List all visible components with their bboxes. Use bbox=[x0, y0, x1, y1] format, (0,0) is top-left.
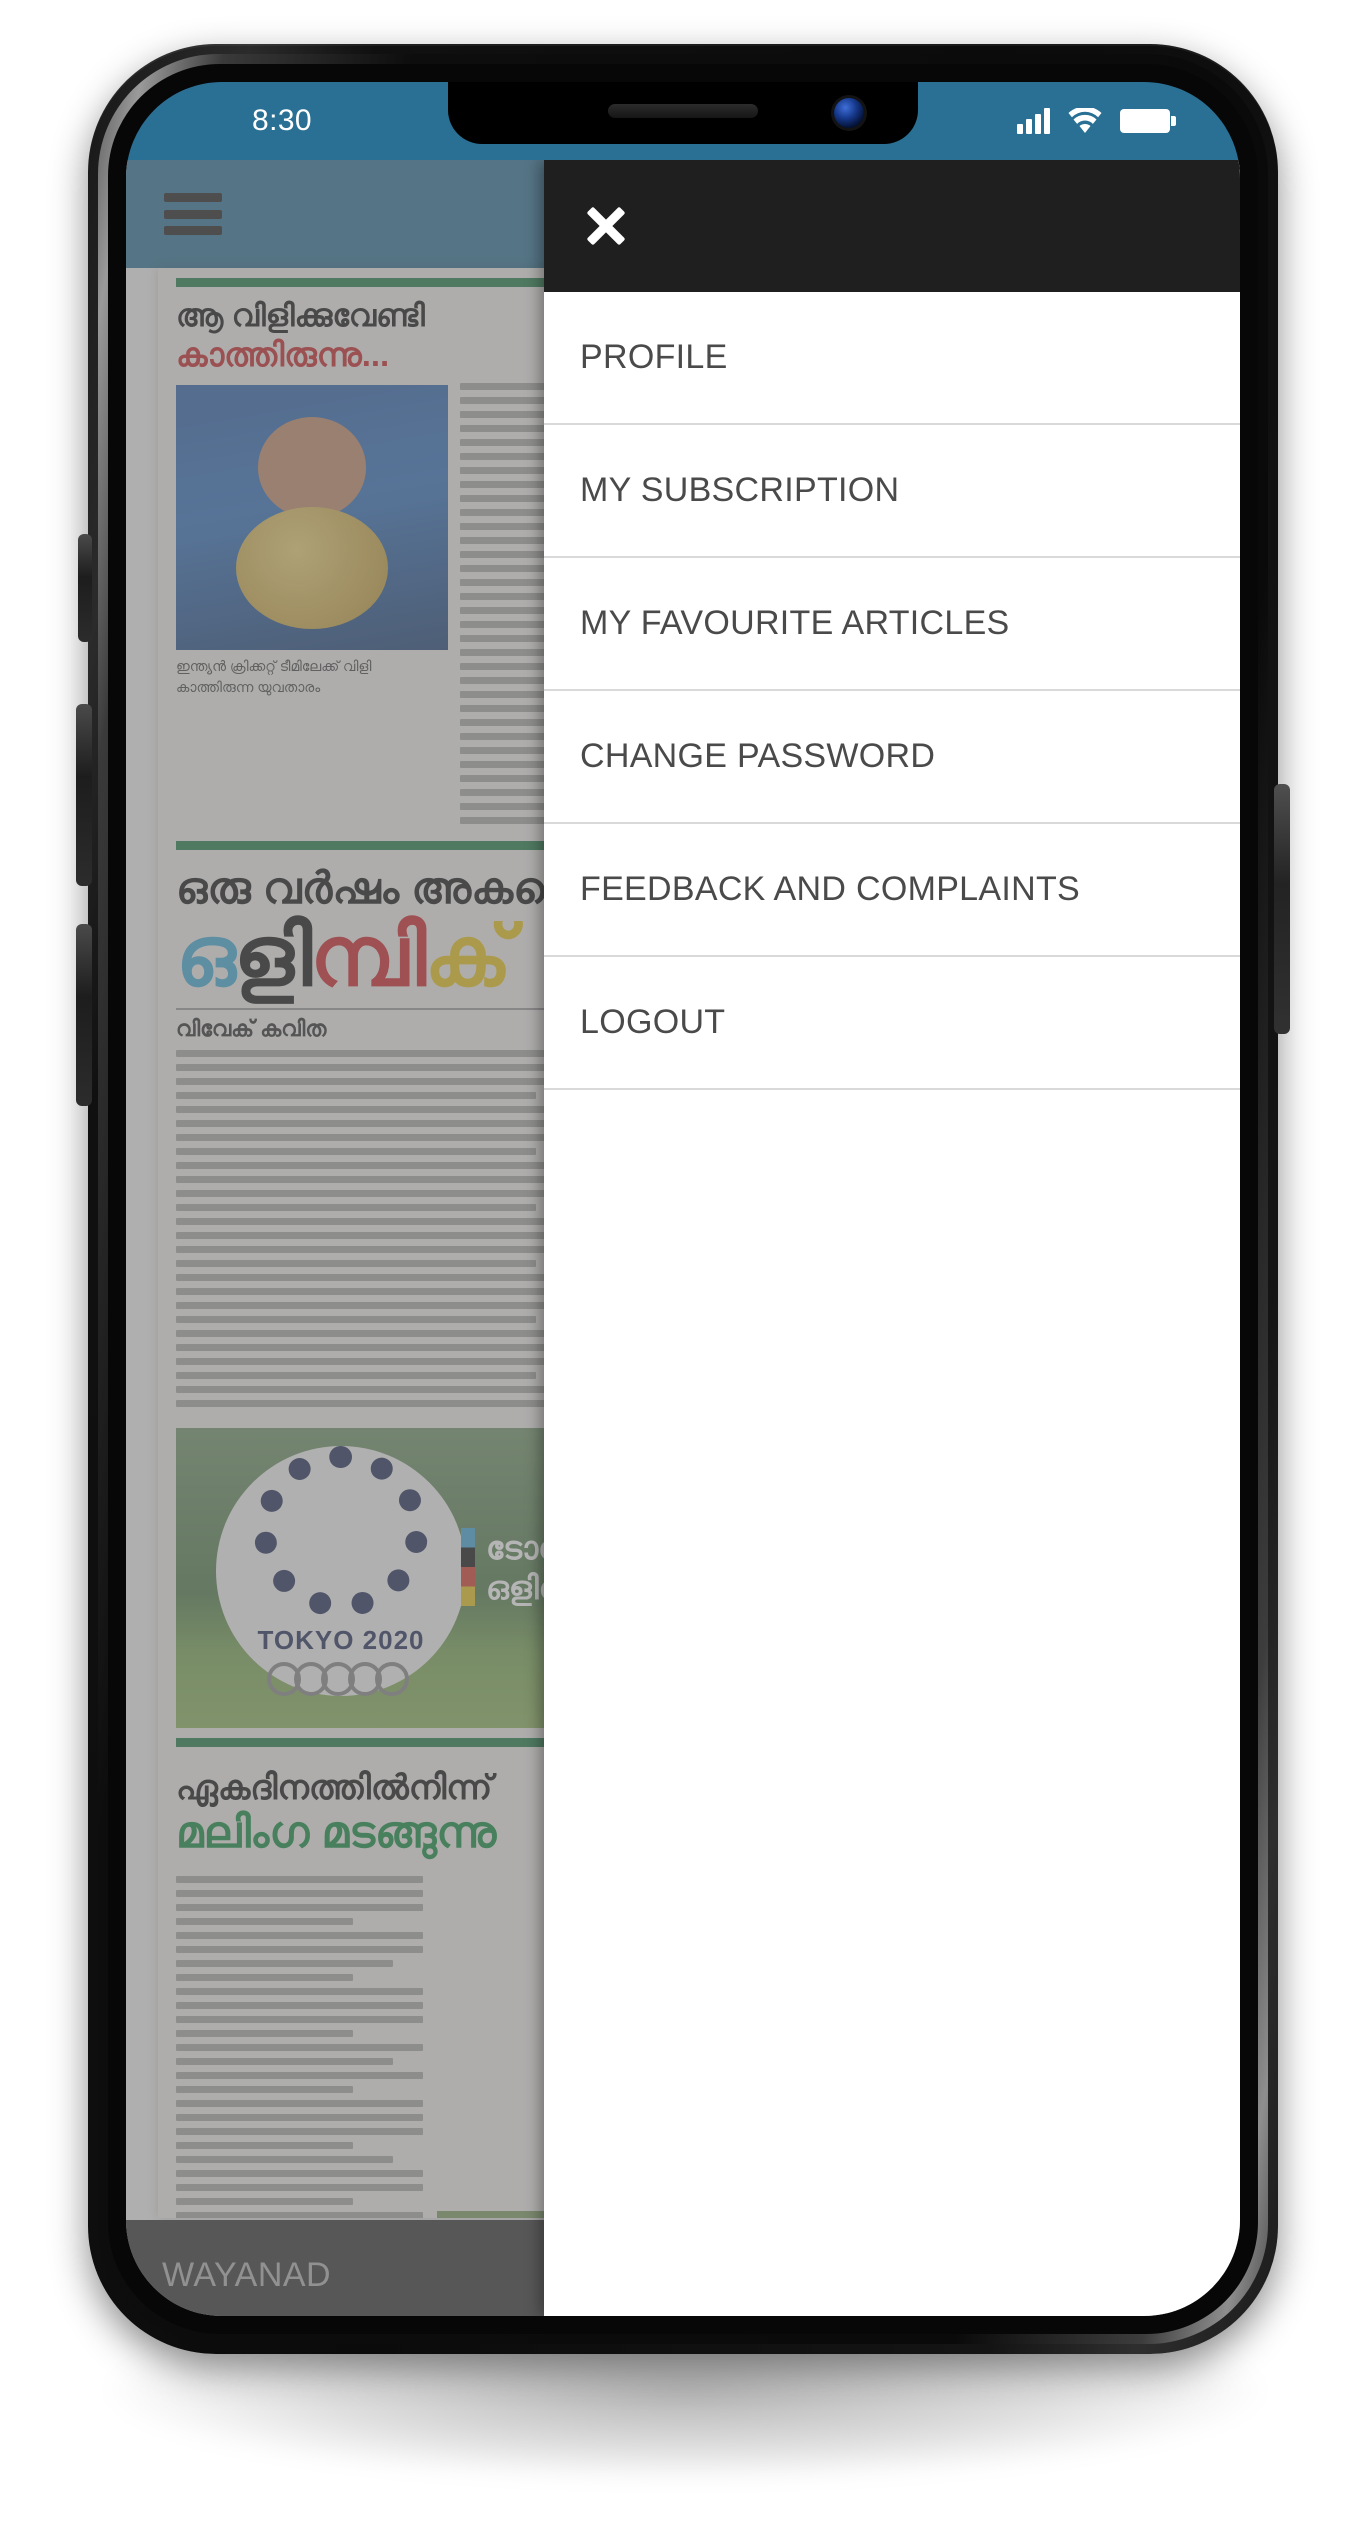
earpiece-speaker bbox=[608, 104, 758, 118]
menu-item-my-favourite-articles[interactable]: MY FAVOURITE ARTICLES bbox=[544, 558, 1240, 691]
menu-item-profile[interactable]: PROFILE bbox=[544, 292, 1240, 425]
side-drawer: PROFILE MY SUBSCRIPTION MY FAVOURITE ART… bbox=[544, 160, 1240, 2316]
volume-down-button[interactable] bbox=[76, 924, 92, 1106]
status-bar-icons bbox=[1017, 106, 1176, 134]
menu-item-feedback-and-complaints[interactable]: FEEDBACK AND COMPLAINTS bbox=[544, 824, 1240, 957]
phone-device-frame: 8:30 PROFILE MY SUBSCRIPTION MY FAVOURIT… bbox=[76, 44, 1290, 2354]
front-camera-icon bbox=[834, 98, 864, 128]
drawer-header bbox=[544, 160, 1240, 292]
battery-icon bbox=[1120, 109, 1176, 133]
notch bbox=[448, 82, 918, 144]
close-icon[interactable] bbox=[580, 200, 632, 252]
wifi-icon bbox=[1068, 106, 1102, 134]
menu-item-change-password[interactable]: CHANGE PASSWORD bbox=[544, 691, 1240, 824]
volume-up-button[interactable] bbox=[76, 704, 92, 886]
status-bar-clock: 8:30 bbox=[252, 104, 312, 137]
menu-item-my-subscription[interactable]: MY SUBSCRIPTION bbox=[544, 425, 1240, 558]
menu-item-logout[interactable]: LOGOUT bbox=[544, 957, 1240, 1090]
power-button[interactable] bbox=[1274, 784, 1290, 1034]
signal-icon bbox=[1017, 108, 1050, 134]
phone-screen: 8:30 PROFILE MY SUBSCRIPTION MY FAVOURIT… bbox=[126, 82, 1240, 2316]
mute-switch-button[interactable] bbox=[78, 534, 92, 642]
